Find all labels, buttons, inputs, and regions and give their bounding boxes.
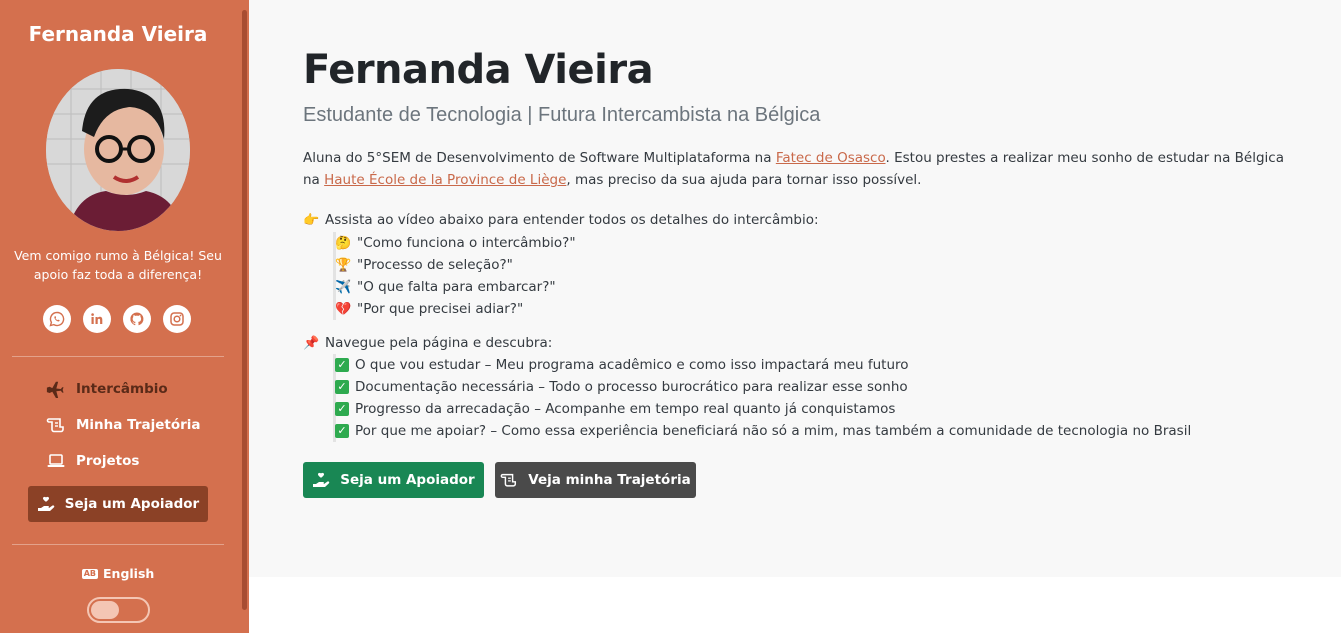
trajectory-button[interactable]: Veja minha Trajetória xyxy=(495,462,696,498)
list-item: ✓ Por que me apoiar? – Como essa experiê… xyxy=(335,420,1191,442)
list-item-text: "Processo de seleção?" xyxy=(357,257,513,273)
airplane-icon: ✈️ xyxy=(335,279,352,295)
check-icon: ✓ xyxy=(335,358,349,372)
sidebar-divider xyxy=(12,356,224,357)
list-item-text: "Por que precisei adiar?" xyxy=(357,301,524,317)
sidebar: Fernanda Vieira Vem comigo rumo à Bélgic… xyxy=(0,0,249,633)
hand-heart-icon xyxy=(37,496,55,511)
language-switch-label[interactable]: AB English xyxy=(0,566,236,581)
whatsapp-link[interactable] xyxy=(43,305,71,333)
support-button[interactable]: Seja um Apoiador xyxy=(303,462,484,498)
scroll-icon xyxy=(46,418,64,433)
linkedin-link[interactable] xyxy=(83,305,111,333)
language-toggle[interactable] xyxy=(87,597,150,623)
github-link[interactable] xyxy=(123,305,151,333)
list-item-text: Documentação necessária – Todo o process… xyxy=(355,379,908,395)
trajectory-button-label: Veja minha Trajetória xyxy=(528,472,691,488)
list-item-text: "Como funciona o intercâmbio?" xyxy=(357,235,576,251)
list-item: ✓ Progresso da arrecadação – Acompanhe e… xyxy=(335,398,1191,420)
check-icon: ✓ xyxy=(335,402,349,416)
thinking-face-icon: 🤔 xyxy=(335,235,352,251)
sidebar-item-label: Intercâmbio xyxy=(76,381,168,397)
intro-text: Aluna do 5°SEM de Desenvolvimento de Sof… xyxy=(303,150,776,166)
check-icon: ✓ xyxy=(335,424,349,438)
video-topics-list: 🤔 "Como funciona o intercâmbio?" 🏆 "Proc… xyxy=(333,232,576,320)
intro-text: , mas preciso da sua ajuda para tornar i… xyxy=(566,172,922,188)
scrollbar-thumb[interactable] xyxy=(242,10,247,610)
university-link[interactable]: Haute École de la Province de Liège xyxy=(324,172,566,188)
toggle-knob xyxy=(91,601,119,619)
list-item: ✈️ "O que falta para embarcar?" xyxy=(335,276,576,298)
laptop-icon xyxy=(47,454,65,467)
whatsapp-icon xyxy=(49,311,65,327)
sidebar-scrollbar[interactable] xyxy=(240,0,249,633)
navigate-section-title: 📌 Navegue pela página e descubra: xyxy=(303,335,552,351)
list-item: 🏆 "Processo de seleção?" xyxy=(335,254,576,276)
avatar xyxy=(46,69,190,231)
scroll-icon xyxy=(500,473,517,487)
sidebar-divider xyxy=(12,544,224,545)
sidebar-item-label: Projetos xyxy=(76,453,140,469)
sidebar-item-intercambio[interactable]: Intercâmbio xyxy=(46,380,168,398)
navigate-topics-list: ✓ O que vou estudar – Meu programa acadê… xyxy=(333,354,1191,442)
translate-icon: AB xyxy=(81,568,98,579)
sidebar-item-projetos[interactable]: Projetos xyxy=(46,452,139,470)
sidebar-support-label: Seja um Apoiador xyxy=(64,496,200,512)
list-item: ✓ O que vou estudar – Meu programa acadê… xyxy=(335,354,1191,376)
page-title: Fernanda Vieira xyxy=(303,47,654,93)
navigate-section-text: Navegue pela página e descubra: xyxy=(325,335,553,351)
social-links xyxy=(43,305,191,333)
pointing-hand-icon: 👉 xyxy=(303,212,320,228)
list-item-text: Por que me apoiar? – Como essa experiênc… xyxy=(355,423,1192,439)
list-item: 🤔 "Como funciona o intercâmbio?" xyxy=(335,232,576,254)
support-button-label: Seja um Apoiador xyxy=(340,472,475,488)
list-item: ✓ Documentação necessária – Todo o proce… xyxy=(335,376,1191,398)
trophy-icon: 🏆 xyxy=(335,257,352,273)
video-section-text: Assista ao vídeo abaixo para entender to… xyxy=(325,212,819,228)
instagram-link[interactable] xyxy=(163,305,191,333)
check-icon: ✓ xyxy=(335,380,349,394)
page-subtitle: Estudante de Tecnologia | Futura Interca… xyxy=(303,104,821,126)
sidebar-item-trajetoria[interactable]: Minha Trajetória xyxy=(46,416,201,434)
plane-icon xyxy=(46,381,64,398)
broken-heart-icon: 💔 xyxy=(335,301,352,317)
intro-paragraph: Aluna do 5°SEM de Desenvolvimento de Sof… xyxy=(303,147,1293,191)
sidebar-support-button[interactable]: Seja um Apoiador xyxy=(28,486,208,522)
linkedin-icon xyxy=(91,313,103,324)
list-item-text: Progresso da arrecadação – Acompanhe em … xyxy=(355,401,896,417)
list-item-text: O que vou estudar – Meu programa acadêmi… xyxy=(355,357,909,373)
instagram-icon xyxy=(170,312,184,326)
list-item-text: "O que falta para embarcar?" xyxy=(357,279,556,295)
language-label: English xyxy=(103,566,155,581)
hand-heart-icon xyxy=(313,472,330,487)
sidebar-item-label: Minha Trajetória xyxy=(76,417,201,433)
github-icon xyxy=(130,312,144,326)
sidebar-name: Fernanda Vieira xyxy=(28,22,208,46)
video-section-title: 👉 Assista ao vídeo abaixo para entender … xyxy=(303,212,819,228)
list-item: 💔 "Por que precisei adiar?" xyxy=(335,298,576,320)
sidebar-tagline: Vem comigo rumo à Bélgica! Seu apoio faz… xyxy=(14,248,222,282)
pushpin-icon: 📌 xyxy=(303,335,320,351)
fatec-link[interactable]: Fatec de Osasco xyxy=(776,150,886,166)
